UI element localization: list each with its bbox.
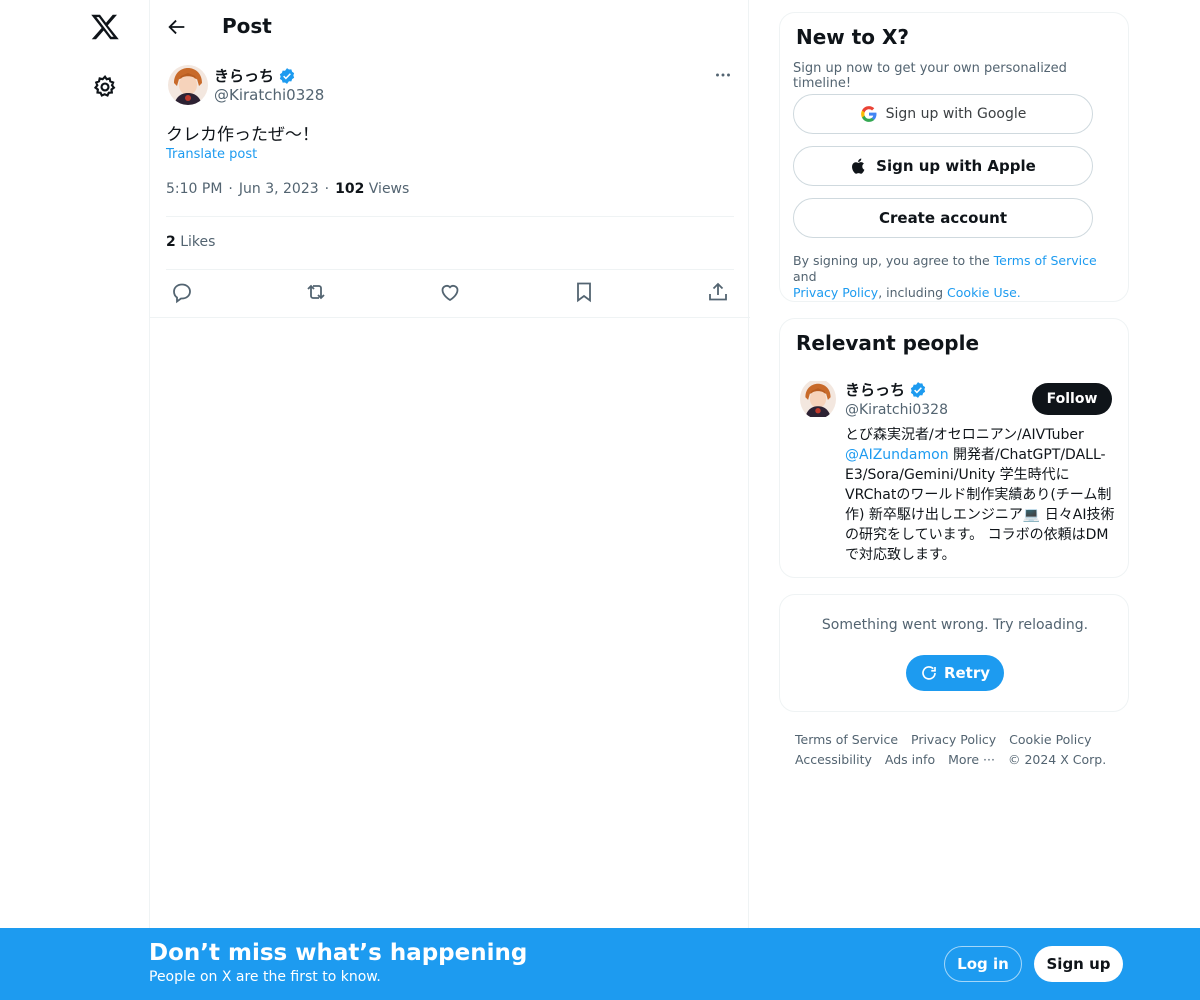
tweet-meta: 5:10 PM · Jun 3, 2023 · 102 Views bbox=[166, 181, 409, 197]
relevant-name-text[interactable]: きらっち bbox=[845, 379, 905, 400]
main-column: Post きらっち @Kiratchi0328 クレカ作ったぜ〜！ Transl… bbox=[149, 0, 750, 1000]
apple-icon bbox=[852, 158, 865, 174]
footer-ads-link[interactable]: Ads info bbox=[885, 752, 935, 767]
banner-subtitle: People on X are the first to know. bbox=[149, 969, 381, 985]
views-count: 102 bbox=[335, 181, 365, 197]
privacy-link[interactable]: Privacy Policy bbox=[793, 285, 878, 300]
share-icon[interactable] bbox=[706, 280, 730, 304]
google-signup-button[interactable]: Sign up with Google bbox=[793, 94, 1093, 134]
repost-icon[interactable] bbox=[304, 280, 328, 304]
relevant-person-name[interactable]: きらっち bbox=[845, 379, 927, 400]
divider bbox=[150, 317, 750, 318]
tweet-text: クレカ作ったぜ〜！ bbox=[166, 125, 319, 145]
terms-link[interactable]: Terms of Service bbox=[994, 253, 1097, 268]
google-signup-label: Sign up with Google bbox=[885, 106, 1027, 122]
reply-icon[interactable] bbox=[170, 280, 194, 304]
like-icon[interactable] bbox=[438, 280, 462, 304]
signup-banner: Don’t miss what’s happening People on X … bbox=[0, 928, 1200, 1000]
footer-cookie-link[interactable]: Cookie Policy bbox=[1009, 732, 1091, 747]
tweet-time[interactable]: 5:10 PM bbox=[166, 181, 222, 197]
error-message: Something went wrong. Try reloading. bbox=[821, 617, 1089, 633]
avatar[interactable] bbox=[168, 65, 208, 105]
more-icon[interactable] bbox=[712, 64, 734, 86]
author-name[interactable]: きらっち bbox=[214, 65, 296, 86]
relevant-people-card: Relevant people きらっち @Kiratchi0328 Follo… bbox=[779, 318, 1129, 578]
bio-text: 開発者/ChatGPT/DALL-E3/Sora/Gemini/Unity 学生… bbox=[845, 447, 1115, 563]
relevant-person-bio: とび森実況者/オセロニアン/AIVTuber @AIZundamon 開発者/C… bbox=[845, 425, 1115, 565]
apple-signup-label: Sign up with Apple bbox=[876, 157, 1036, 175]
left-nav bbox=[0, 0, 150, 1000]
bio-mention-link[interactable]: @AIZundamon bbox=[845, 447, 949, 463]
relevant-title: Relevant people bbox=[796, 331, 980, 355]
footer-copyright: © 2024 X Corp. bbox=[1007, 752, 1107, 767]
translate-link[interactable]: Translate post bbox=[166, 147, 257, 162]
verified-icon bbox=[279, 67, 295, 84]
tweet-actions bbox=[168, 280, 732, 306]
create-account-button[interactable]: Create account bbox=[793, 198, 1093, 238]
signup-subtitle: Sign up now to get your own personalized… bbox=[793, 61, 1067, 91]
separator-dot: · bbox=[324, 181, 330, 197]
footer-privacy-link[interactable]: Privacy Policy bbox=[911, 732, 996, 747]
signup-legal: By signing up, you agree to the Terms of… bbox=[793, 253, 1123, 301]
signup-card: New to X? Sign up now to get your own pe… bbox=[779, 12, 1129, 302]
legal-including: , including bbox=[878, 285, 944, 300]
footer-links: Terms of Service Privacy Policy Cookie P… bbox=[795, 730, 1125, 770]
google-icon bbox=[860, 106, 877, 122]
footer-more-link[interactable]: More ··· bbox=[948, 752, 995, 767]
divider bbox=[166, 216, 734, 217]
verified-icon bbox=[910, 381, 926, 398]
author-name-text[interactable]: きらっち bbox=[214, 65, 274, 86]
divider bbox=[166, 269, 734, 270]
tweet-date[interactable]: Jun 3, 2023 bbox=[239, 181, 319, 197]
follow-button[interactable]: Follow bbox=[1032, 383, 1112, 415]
likes-count: 2 bbox=[166, 234, 176, 250]
likes[interactable]: 2 Likes bbox=[166, 234, 215, 250]
bookmark-icon[interactable] bbox=[572, 280, 596, 304]
footer-terms-link[interactable]: Terms of Service bbox=[795, 732, 898, 747]
apple-signup-button[interactable]: Sign up with Apple bbox=[793, 146, 1093, 186]
banner-title: Don’t miss what’s happening bbox=[149, 940, 528, 966]
separator-dot: · bbox=[228, 181, 233, 197]
gear-icon[interactable] bbox=[92, 74, 118, 100]
retry-label: Retry bbox=[943, 664, 991, 682]
relevant-person-handle[interactable]: @Kiratchi0328 bbox=[845, 402, 948, 418]
avatar[interactable] bbox=[800, 379, 836, 419]
back-arrow-icon[interactable] bbox=[166, 16, 188, 38]
views: 102 Views bbox=[335, 181, 409, 197]
create-account-label: Create account bbox=[878, 209, 1007, 227]
page-title: Post bbox=[222, 14, 272, 38]
retry-button[interactable]: Retry bbox=[906, 655, 1004, 691]
bio-text: とび森実況者/オセロニアン/AIVTuber bbox=[845, 427, 1084, 443]
legal-and: and bbox=[793, 269, 817, 284]
author-handle[interactable]: @Kiratchi0328 bbox=[214, 86, 324, 104]
login-button[interactable]: Log in bbox=[944, 946, 1022, 982]
likes-label: Likes bbox=[180, 234, 216, 250]
signup-title: New to X? bbox=[796, 25, 910, 49]
error-card: Something went wrong. Try reloading. Ret… bbox=[779, 594, 1129, 712]
footer-accessibility-link[interactable]: Accessibility bbox=[795, 752, 872, 767]
post-header: Post bbox=[150, 0, 750, 54]
x-logo-icon[interactable] bbox=[90, 12, 120, 42]
retry-icon bbox=[922, 666, 936, 680]
cookie-link[interactable]: Cookie Use. bbox=[947, 285, 1021, 300]
signup-button[interactable]: Sign up bbox=[1034, 946, 1123, 982]
views-label: Views bbox=[368, 181, 410, 197]
legal-prefix: By signing up, you agree to the bbox=[793, 253, 990, 268]
